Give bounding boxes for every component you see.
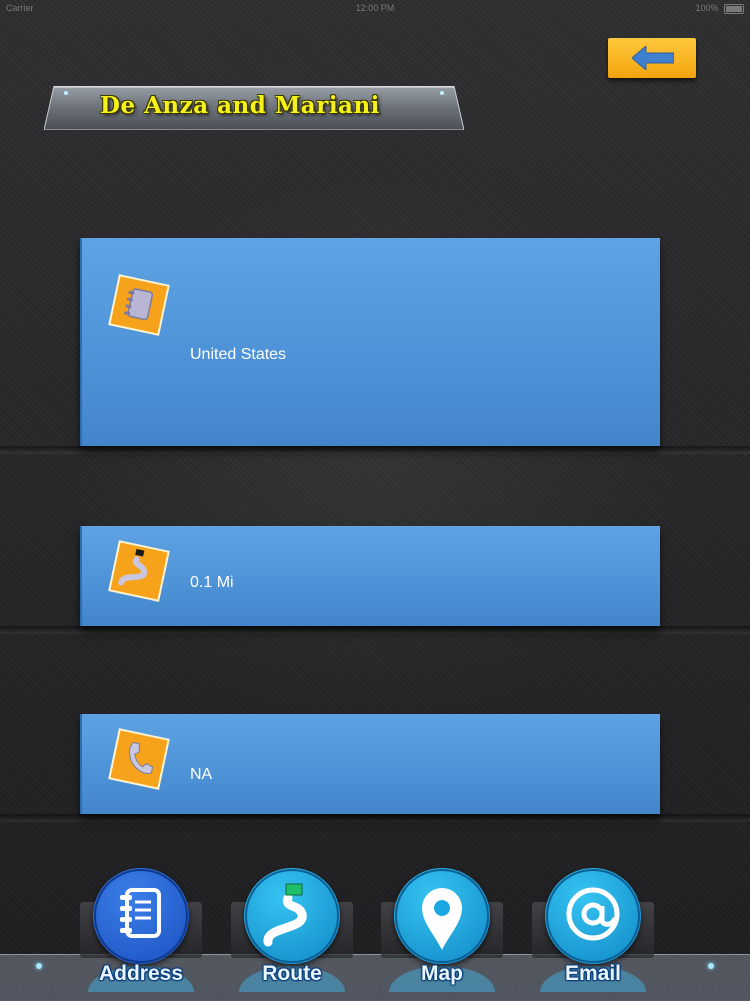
distance-value: 0.1 Mi <box>190 574 234 591</box>
address-book-icon <box>93 868 189 964</box>
phone-icon <box>108 728 170 790</box>
map-pin-icon <box>394 868 490 964</box>
shelf-divider <box>0 814 750 822</box>
title-banner: De Anza and Mariani <box>44 86 464 130</box>
tab-email[interactable]: Email <box>532 868 654 1000</box>
background <box>0 0 750 1000</box>
status-time: 12:00 PM <box>355 3 395 13</box>
shelf-divider <box>0 626 750 634</box>
tab-label: Email <box>564 962 622 985</box>
battery-indicator: 100% <box>695 0 744 16</box>
address-value: United States <box>190 346 287 363</box>
distance-card[interactable]: 0.1 Mi <box>80 526 660 626</box>
tab-label: Address <box>98 962 184 985</box>
tab-label: Route <box>262 962 322 985</box>
address-book-icon <box>108 274 170 336</box>
tab-label: Map <box>421 962 463 985</box>
tab-route[interactable]: Route <box>231 868 353 1000</box>
battery-percent: 100% <box>695 3 719 13</box>
tab-address[interactable]: Address <box>80 868 202 1000</box>
tab-map[interactable]: Map <box>381 868 503 1000</box>
address-card[interactable]: United States <box>80 238 660 446</box>
status-bar: Carrier 12:00 PM 100% <box>0 0 750 16</box>
page-title: De Anza and Mariani <box>100 92 380 119</box>
email-at-icon <box>545 868 641 964</box>
back-button[interactable] <box>608 38 696 78</box>
phone-card[interactable]: NA <box>80 714 660 814</box>
bar-rivet <box>36 963 42 969</box>
bar-rivet <box>708 963 714 969</box>
phone-value: NA <box>190 766 213 783</box>
back-arrow-icon <box>632 46 674 70</box>
shelf-divider <box>0 446 750 454</box>
battery-icon <box>724 3 744 14</box>
route-icon <box>244 868 340 964</box>
route-icon <box>108 540 170 602</box>
